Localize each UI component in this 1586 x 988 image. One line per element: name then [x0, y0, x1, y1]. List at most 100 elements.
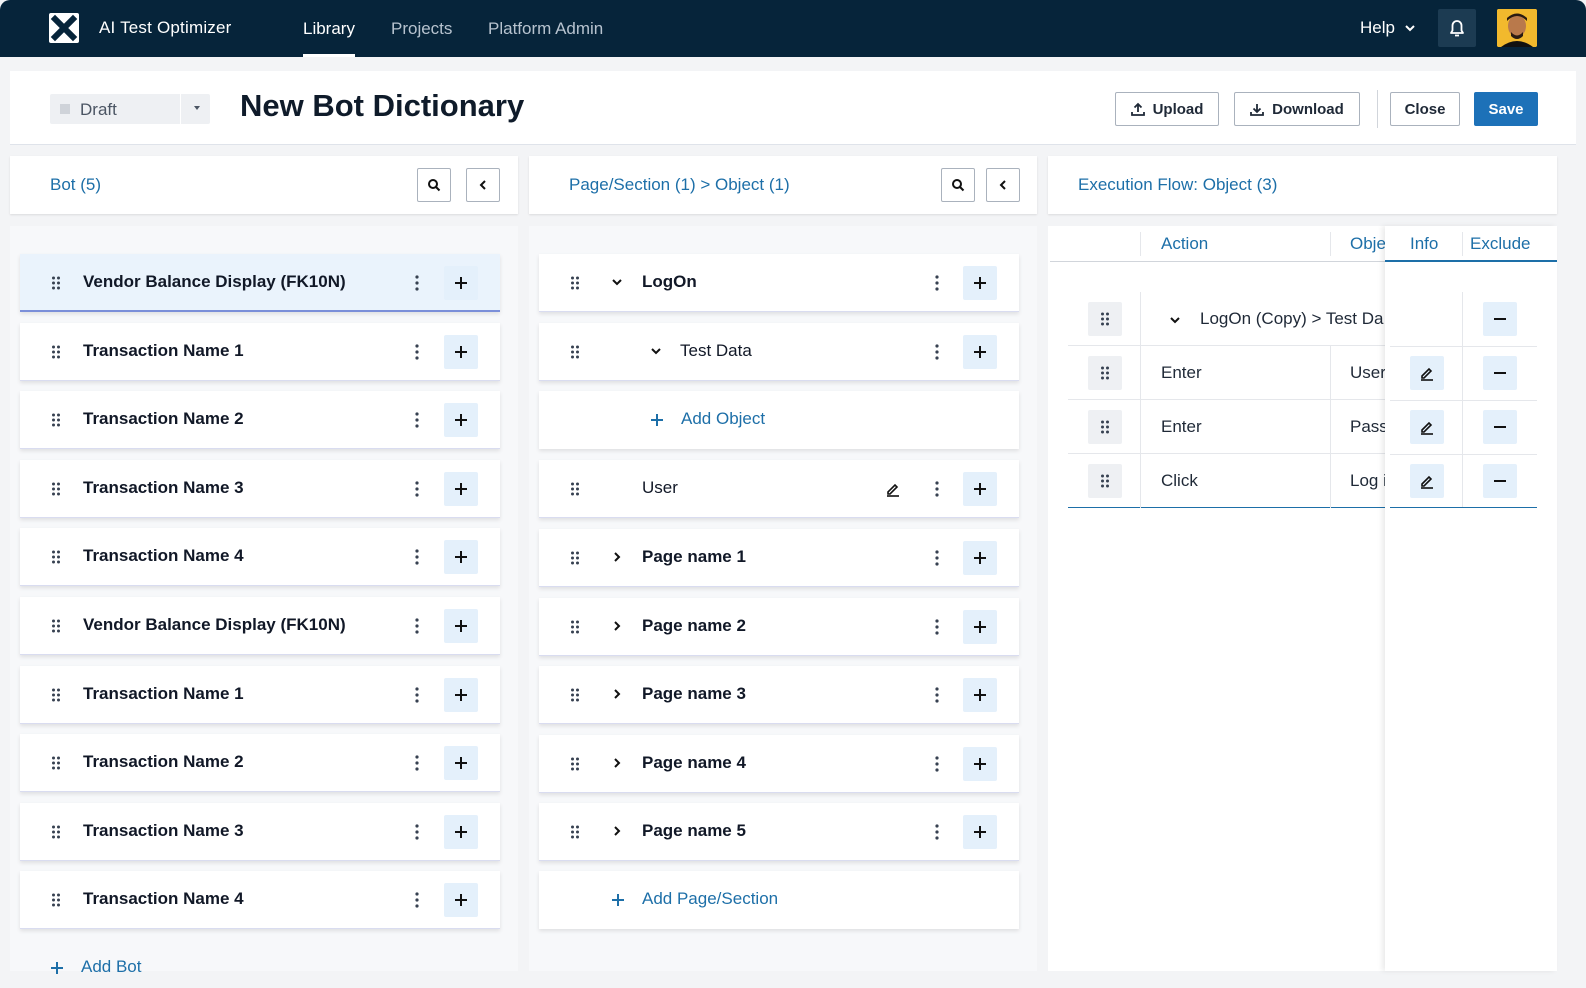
drag-handle-icon[interactable] [51, 824, 61, 840]
add-object-link[interactable]: Add Object [681, 409, 765, 429]
add-child-button[interactable] [444, 540, 478, 575]
more-options-icon[interactable] [934, 480, 940, 498]
app-logo-icon[interactable] [49, 13, 79, 43]
add-bot-plus-icon[interactable] [50, 961, 64, 975]
bot-list-item[interactable]: Transaction Name 2 [20, 391, 500, 450]
nav-tab-projects[interactable]: Projects [391, 19, 452, 57]
add-child-button[interactable] [963, 678, 997, 713]
chevron-down-icon[interactable] [1168, 313, 1182, 327]
add-child-button[interactable] [963, 609, 997, 644]
bot-collapse-button[interactable] [466, 168, 500, 202]
page-search-button[interactable] [941, 168, 975, 202]
exclude-button[interactable] [1483, 410, 1517, 444]
status-dropdown[interactable]: Draft [50, 94, 210, 124]
edit-info-button[interactable] [1410, 356, 1444, 390]
add-child-button[interactable] [444, 814, 478, 849]
add-page-plus-icon[interactable] [611, 893, 625, 907]
drag-handle-icon[interactable] [51, 618, 61, 634]
more-options-icon[interactable] [414, 891, 420, 909]
add-child-button[interactable] [444, 403, 478, 438]
more-options-icon[interactable] [934, 343, 940, 361]
drag-handle-icon[interactable] [51, 481, 61, 497]
page-list-item[interactable]: Page name 2 [539, 597, 1019, 656]
close-button[interactable]: Close [1390, 92, 1460, 126]
chevron-right-icon[interactable] [610, 619, 624, 633]
chevron-down-icon[interactable] [1404, 18, 1416, 41]
drag-handle-icon[interactable] [51, 892, 61, 908]
more-options-icon[interactable] [414, 548, 420, 566]
more-options-icon[interactable] [414, 274, 420, 292]
more-options-icon[interactable] [414, 754, 420, 772]
exclude-button[interactable] [1483, 356, 1517, 390]
column-exclude[interactable]: Exclude [1470, 234, 1530, 254]
drag-handle-button[interactable] [1088, 302, 1122, 336]
add-child-button[interactable] [444, 883, 478, 918]
chevron-right-icon[interactable] [610, 824, 624, 838]
download-button[interactable]: Download [1234, 92, 1360, 126]
bot-list-item[interactable]: Vendor Balance Display (FK10N) [20, 254, 500, 312]
more-options-icon[interactable] [414, 617, 420, 635]
test-data-row[interactable]: Test Data [539, 323, 1019, 381]
column-object[interactable]: Obje [1350, 234, 1386, 254]
more-options-icon[interactable] [414, 686, 420, 704]
page-list-item[interactable]: Page name 1 [539, 529, 1019, 587]
drag-handle-icon[interactable] [570, 756, 580, 772]
add-page-link[interactable]: Add Page/Section [642, 889, 778, 909]
upload-button[interactable]: Upload [1115, 92, 1219, 126]
chevron-right-icon[interactable] [610, 756, 624, 770]
bot-search-button[interactable] [417, 168, 451, 202]
more-options-icon[interactable] [414, 480, 420, 498]
drag-handle-icon[interactable] [51, 412, 61, 428]
page-list-item[interactable]: Page name 4 [539, 734, 1019, 793]
logon-row[interactable]: LogOn [539, 254, 1019, 312]
more-options-icon[interactable] [414, 411, 420, 429]
page-list-item[interactable]: Page name 5 [539, 803, 1019, 862]
nav-tab-platform-admin[interactable]: Platform Admin [488, 19, 603, 57]
column-info[interactable]: Info [1410, 234, 1438, 254]
chevron-down-icon[interactable] [610, 275, 624, 289]
more-options-icon[interactable] [934, 686, 940, 704]
add-child-button[interactable] [963, 266, 997, 300]
bot-list-item[interactable]: Vendor Balance Display (FK10N) [20, 597, 500, 655]
drag-handle-icon[interactable] [51, 687, 61, 703]
drag-handle-icon[interactable] [570, 481, 580, 497]
drag-handle-icon[interactable] [570, 344, 580, 360]
column-action[interactable]: Action [1161, 234, 1208, 254]
more-options-icon[interactable] [934, 549, 940, 567]
chevron-right-icon[interactable] [610, 687, 624, 701]
drag-handle-icon[interactable] [570, 824, 580, 840]
add-child-button[interactable] [444, 746, 478, 781]
caret-down-icon[interactable] [192, 102, 202, 117]
add-child-button[interactable] [444, 609, 478, 643]
drag-handle-icon[interactable] [51, 344, 61, 360]
bot-list-item[interactable]: Transaction Name 1 [20, 665, 500, 724]
chevron-right-icon[interactable] [610, 550, 624, 564]
bot-list-item[interactable]: Transaction Name 3 [20, 459, 500, 518]
bot-list-item[interactable]: Transaction Name 2 [20, 734, 500, 793]
drag-handle-icon[interactable] [570, 619, 580, 635]
more-options-icon[interactable] [934, 755, 940, 773]
more-options-icon[interactable] [414, 823, 420, 841]
drag-handle-button[interactable] [1088, 356, 1122, 390]
add-child-button[interactable] [444, 471, 478, 506]
user-object-row[interactable]: User [539, 460, 1019, 518]
add-child-button[interactable] [963, 472, 997, 506]
drag-handle-icon[interactable] [51, 549, 61, 565]
edit-info-button[interactable] [1410, 410, 1444, 444]
add-bot-link[interactable]: Add Bot [81, 957, 142, 977]
drag-handle-icon[interactable] [570, 550, 580, 566]
user-avatar[interactable] [1497, 9, 1537, 47]
add-child-button[interactable] [444, 334, 478, 369]
more-options-icon[interactable] [414, 343, 420, 361]
add-child-button[interactable] [444, 677, 478, 712]
page-collapse-button[interactable] [986, 168, 1020, 202]
nav-tab-library[interactable]: Library [303, 19, 355, 57]
chevron-down-icon[interactable] [649, 344, 663, 358]
save-button[interactable]: Save [1474, 92, 1538, 126]
edit-icon[interactable] [885, 481, 901, 497]
help-menu[interactable]: Help [1360, 18, 1395, 38]
page-list-item[interactable]: Page name 3 [539, 666, 1019, 725]
drag-handle-icon[interactable] [51, 275, 61, 291]
bot-list-item[interactable]: Transaction Name 1 [20, 322, 500, 381]
bot-list-item[interactable]: Transaction Name 3 [20, 802, 500, 861]
